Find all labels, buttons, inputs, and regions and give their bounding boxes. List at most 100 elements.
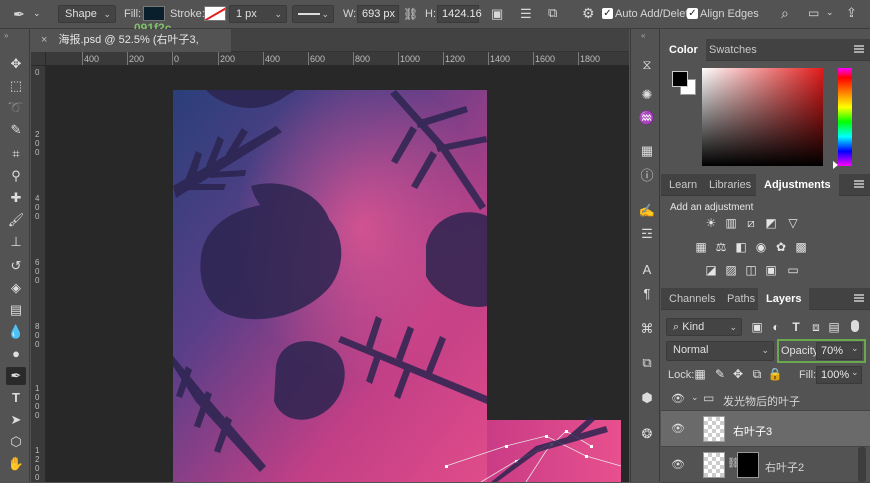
curves-icon[interactable]: ⧄: [743, 216, 759, 230]
brush-tool-icon[interactable]: 🖌: [6, 211, 26, 229]
share-icon[interactable]: ⇪: [846, 5, 857, 21]
posterize-icon[interactable]: ▨: [723, 263, 739, 277]
shape-mode-dropdown[interactable]: Shape ⌄: [58, 5, 116, 23]
width-input[interactable]: 693 px: [357, 5, 399, 23]
toolbar-collapse-icon[interactable]: »: [4, 31, 8, 40]
levels-icon[interactable]: ▥: [723, 216, 739, 230]
chevron-down-icon[interactable]: ⌄: [826, 7, 834, 18]
selective-color-icon[interactable]: ▣: [763, 263, 779, 277]
blend-mode-dropdown[interactable]: Normal ⌄: [666, 341, 774, 361]
lock-position-icon[interactable]: ✥: [730, 367, 746, 381]
pen-tool-icon[interactable]: ✒: [10, 6, 28, 22]
info-panel-icon[interactable]: ⓘ: [638, 167, 656, 185]
link-icon[interactable]: ⛓: [403, 7, 418, 21]
filter-shape-icon[interactable]: ⧈: [808, 320, 824, 334]
tab-color[interactable]: Color: [661, 39, 706, 61]
black-white-icon[interactable]: ◧: [733, 240, 749, 254]
chevron-down-icon[interactable]: ⌄: [33, 8, 41, 19]
channel-mixer-icon[interactable]: ✿: [773, 240, 789, 254]
crop-tool-icon[interactable]: ⌗: [6, 145, 26, 163]
glyphs-panel-icon[interactable]: ⌘: [638, 320, 656, 338]
layer-group-row[interactable]: 👁 ⌄ ▭ 发光物后的叶子: [661, 387, 870, 411]
layer-filter-kind-dropdown[interactable]: ⌕ Kind ⌄: [666, 318, 742, 336]
color-field[interactable]: [702, 68, 823, 166]
type-tool-icon[interactable]: T: [6, 389, 26, 407]
photo-filter-icon[interactable]: ◉: [753, 240, 769, 254]
history-brush-tool-icon[interactable]: ↺: [6, 257, 26, 275]
chevron-down-icon[interactable]: ⌄: [851, 367, 859, 378]
eye-icon[interactable]: 👁: [671, 458, 685, 471]
panel-menu-icon[interactable]: [854, 294, 864, 302]
color-lookup-icon[interactable]: ▩: [793, 240, 809, 254]
paragraph-panel-icon[interactable]: ¶: [638, 285, 656, 303]
filter-type-icon[interactable]: T: [788, 320, 804, 334]
tab-swatches[interactable]: Swatches: [701, 39, 765, 61]
lasso-tool-icon[interactable]: ➰: [6, 99, 26, 117]
chevron-down-icon[interactable]: ⌄: [851, 343, 859, 354]
healing-brush-tool-icon[interactable]: ✚: [6, 189, 26, 207]
path-arrangement-icon[interactable]: ⧉: [548, 5, 557, 21]
tab-libraries[interactable]: Libraries: [701, 174, 759, 196]
stroke-swatch[interactable]: [204, 6, 226, 21]
properties-panel-icon[interactable]: ▦: [638, 142, 656, 160]
character-panel-icon[interactable]: A: [638, 261, 656, 279]
chevron-down-icon[interactable]: ⌄: [691, 392, 699, 403]
actions-panel-icon[interactable]: ☲: [638, 225, 656, 243]
tab-channels[interactable]: Channels: [661, 288, 723, 310]
brushes-panel-icon[interactable]: ♒: [638, 109, 656, 127]
layer-row[interactable]: 👁 ⛓ 右叶子2: [661, 447, 870, 483]
strip-collapse-icon[interactable]: «: [641, 31, 645, 40]
pen-tool-icon[interactable]: ✒: [6, 367, 26, 385]
dodge-tool-icon[interactable]: ●: [6, 345, 26, 363]
fill-swatch[interactable]: [143, 6, 165, 21]
layer-row[interactable]: 👁 右叶子3: [661, 411, 870, 447]
exposure-icon[interactable]: ◩: [763, 216, 779, 230]
filter-pixel-icon[interactable]: ▣: [749, 320, 765, 334]
hue-saturation-icon[interactable]: ▦: [693, 240, 709, 254]
quick-selection-tool-icon[interactable]: ✎: [6, 121, 26, 139]
history-panel-icon[interactable]: ⧖: [638, 56, 656, 74]
tool-presets-panel-icon[interactable]: ✍: [638, 202, 656, 220]
tab-layers[interactable]: Layers: [758, 288, 810, 310]
eye-icon[interactable]: 👁: [671, 422, 685, 435]
stroke-type-dropdown[interactable]: ⌄: [292, 5, 334, 23]
shape-tool-icon[interactable]: ⬡: [6, 433, 26, 451]
filter-toggle-icon[interactable]: [851, 320, 859, 332]
filter-smart-object-icon[interactable]: ▤: [826, 320, 842, 334]
hue-slider-handle[interactable]: [833, 161, 838, 169]
3d-panel-icon[interactable]: ⬢: [638, 389, 656, 407]
close-icon[interactable]: ×: [41, 34, 47, 46]
lock-transparent-icon[interactable]: ▦: [692, 367, 708, 381]
color-balance-icon[interactable]: ⚖: [713, 240, 729, 254]
stroke-width-dropdown[interactable]: 1 px ⌄: [229, 5, 287, 23]
path-selection-tool-icon[interactable]: ➤: [6, 411, 26, 429]
hue-slider[interactable]: [838, 68, 852, 166]
eyedropper-tool-icon[interactable]: ⚲: [6, 167, 26, 185]
libraries-panel-icon[interactable]: ❂: [638, 425, 656, 443]
eraser-tool-icon[interactable]: ◈: [6, 279, 26, 297]
invert-icon[interactable]: ◪: [703, 263, 719, 277]
layers-scrollbar[interactable]: [858, 447, 866, 482]
clone-stamp-tool-icon[interactable]: ⊥: [6, 233, 26, 251]
auto-add-delete-checkbox[interactable]: ✓: [602, 8, 613, 19]
workspace-icon[interactable]: ▭: [808, 6, 819, 20]
height-input[interactable]: 1424.16: [437, 5, 482, 23]
search-icon[interactable]: ⌕: [781, 5, 789, 22]
tab-paths[interactable]: Paths: [719, 288, 763, 310]
eye-icon[interactable]: 👁: [671, 392, 685, 405]
hand-tool-icon[interactable]: ✋: [6, 455, 26, 473]
panel-menu-icon[interactable]: [854, 180, 864, 188]
gradient-map-icon[interactable]: ▭: [785, 263, 801, 277]
align-edges-checkbox[interactable]: ✓: [687, 8, 698, 19]
gradient-tool-icon[interactable]: ▤: [6, 301, 26, 319]
lock-image-icon[interactable]: ✎: [712, 367, 728, 381]
lock-artboard-icon[interactable]: ⧉: [749, 367, 765, 381]
canvas-area[interactable]: [46, 66, 629, 482]
tab-learn[interactable]: Learn: [661, 174, 705, 196]
gear-icon[interactable]: ⚙: [582, 5, 595, 22]
lock-all-icon[interactable]: 🔒: [767, 367, 783, 381]
vibrance-icon[interactable]: ▽: [785, 216, 801, 230]
marquee-tool-icon[interactable]: ⬚: [6, 77, 26, 95]
brush-settings-panel-icon[interactable]: ✺: [638, 86, 656, 104]
threshold-icon[interactable]: ◫: [743, 263, 759, 277]
